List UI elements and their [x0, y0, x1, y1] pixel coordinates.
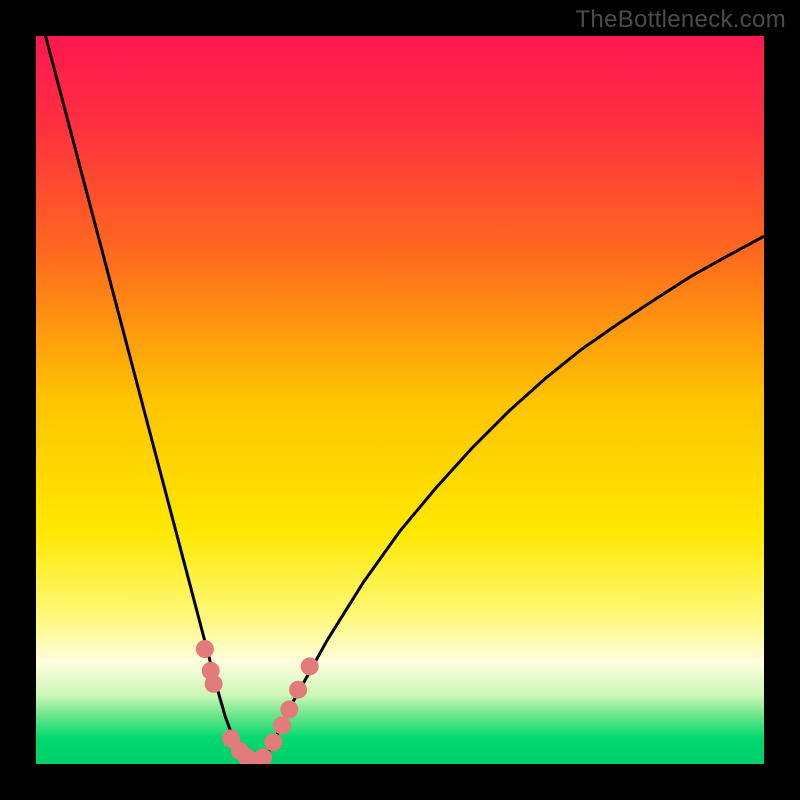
- curve-marker: [196, 640, 214, 658]
- watermark-text: TheBottleneck.com: [575, 6, 786, 34]
- curve-marker: [289, 681, 307, 699]
- curve-marker: [264, 733, 282, 751]
- plot-area: [36, 36, 764, 764]
- chart-frame: TheBottleneck.com: [0, 0, 800, 800]
- curve-marker: [273, 716, 291, 734]
- curve-marker: [301, 657, 319, 675]
- curve-marker: [280, 700, 298, 718]
- bottleneck-chart: [36, 36, 764, 764]
- curve-marker: [205, 675, 223, 693]
- gradient-background: [36, 36, 764, 764]
